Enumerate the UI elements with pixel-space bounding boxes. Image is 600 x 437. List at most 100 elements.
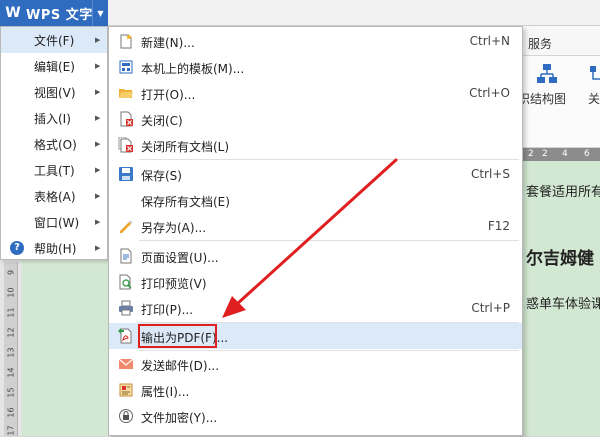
menu-item-format[interactable]: 格式(O) ▶ — [1, 131, 107, 157]
menu-item-label: 表格(A) — [34, 189, 76, 204]
file-menu-item-properties[interactable]: 属性(I)... — [109, 377, 522, 403]
document-text-line: 惑单车体验课 — [526, 297, 600, 312]
ribbon-more-icon[interactable] — [588, 63, 600, 85]
submenu-arrow-icon: ▶ — [95, 244, 101, 252]
ruler-number: 9 — [6, 269, 16, 276]
shortcut-label: Ctrl+O — [469, 86, 510, 100]
app-name: WPS 文字 — [26, 7, 93, 23]
submenu-arrow-icon: ▶ — [95, 140, 101, 148]
ruler-number: 10 — [6, 287, 16, 298]
ruler-number: 14 — [6, 367, 16, 378]
page-setup-icon — [120, 248, 132, 264]
file-menu: 新建(N)... Ctrl+N 本机上的模板(M)... 打开(O)... Ct… — [108, 26, 523, 436]
properties-icon — [119, 383, 133, 397]
new-document-icon — [120, 34, 132, 49]
print-icon — [119, 300, 133, 316]
ruler-number: 2 — [542, 149, 548, 159]
submenu-arrow-icon: ▶ — [95, 166, 101, 174]
ruler-number: 2 — [528, 149, 534, 159]
annotation-highlight-box — [138, 324, 217, 348]
file-menu-item-save[interactable]: 保存(S) Ctrl+S — [109, 161, 522, 187]
ruler-number: 17 — [6, 425, 16, 436]
save-icon — [119, 167, 133, 181]
file-menu-item-label: 属性(I)... — [141, 385, 190, 399]
org-chart-icon[interactable] — [536, 63, 558, 85]
file-menu-item-new[interactable]: 新建(N)... Ctrl+N — [109, 28, 522, 54]
close-all-documents-icon — [118, 137, 133, 153]
document-text-line: 套餐适用所有 — [526, 185, 600, 200]
file-menu-item-label: 打印(P)... — [141, 303, 194, 317]
menu-item-label: 编辑(E) — [34, 59, 75, 74]
menu-item-window[interactable]: 窗口(W) ▶ — [1, 209, 107, 235]
file-menu-item-label: 保存所有文档(E) — [141, 195, 230, 209]
file-menu-item-local-templates[interactable]: 本机上的模板(M)... — [109, 54, 522, 80]
menu-item-label: 视图(V) — [34, 85, 76, 100]
print-preview-icon — [119, 274, 132, 290]
menu-item-help[interactable]: ? 帮助(H) ▶ — [1, 235, 107, 261]
file-menu-item-label: 文件加密(Y)... — [141, 411, 218, 425]
menu-item-file[interactable]: 文件(F) ▶ — [1, 27, 107, 53]
tab-services[interactable]: 服务 — [528, 35, 552, 52]
menu-item-edit[interactable]: 编辑(E) ▶ — [1, 53, 107, 79]
chevron-down-icon[interactable]: ▼ — [92, 0, 108, 26]
ruler-number: 13 — [6, 347, 16, 358]
close-document-icon — [120, 111, 133, 127]
shortcut-label: Ctrl+S — [470, 167, 510, 181]
menu-item-label: 插入(I) — [34, 111, 71, 126]
wps-logo-icon: W — [5, 5, 21, 21]
menu-divider — [139, 159, 519, 160]
file-menu-item-encrypt[interactable]: 文件加密(Y)... — [109, 403, 522, 429]
file-menu-item-label: 新建(N)... — [141, 36, 195, 50]
file-menu-item-close[interactable]: 关闭(C) — [109, 106, 522, 132]
submenu-arrow-icon: ▶ — [95, 218, 101, 226]
menu-item-label: 工具(T) — [34, 163, 75, 178]
menu-item-table[interactable]: 表格(A) ▶ — [1, 183, 107, 209]
save-as-icon — [120, 220, 133, 233]
horizontal-ruler: 2 2 4 6 — [523, 148, 600, 161]
document-heading: 尔吉姆健 — [526, 249, 594, 269]
ruler-number: 11 — [6, 307, 16, 318]
file-menu-item-open[interactable]: 打开(O)... Ctrl+O — [109, 80, 522, 106]
file-menu-item-label: 页面设置(U)... — [141, 251, 219, 265]
menu-item-view[interactable]: 视图(V) ▶ — [1, 79, 107, 105]
menu-divider — [139, 240, 519, 241]
ruler-number: 6 — [584, 149, 590, 159]
menu-item-label: 格式(O) — [34, 137, 77, 152]
shortcut-label: Ctrl+N — [469, 34, 510, 48]
menu-item-label: 窗口(W) — [34, 215, 80, 230]
menu-item-tools[interactable]: 工具(T) ▶ — [1, 157, 107, 183]
ruler-number: 4 — [562, 149, 568, 159]
file-menu-item-print[interactable]: 打印(P)... Ctrl+P — [109, 295, 522, 321]
file-menu-item-close-all[interactable]: 关闭所有文档(L) — [109, 132, 522, 158]
file-menu-item-label: 保存(S) — [141, 169, 182, 183]
encrypt-icon — [119, 409, 133, 423]
menu-item-label: 帮助(H) — [34, 241, 77, 256]
menu-item-insert[interactable]: 插入(I) ▶ — [1, 105, 107, 131]
ribbon-more-label[interactable]: 关 — [588, 90, 600, 107]
main-menu: 文件(F) ▶ 编辑(E) ▶ 视图(V) ▶ 插入(I) ▶ 格式(O) ▶ … — [0, 26, 108, 260]
file-menu-item-label: 关闭所有文档(L) — [141, 140, 230, 154]
file-menu-item-export-pdf[interactable]: 输出为PDF(F)... — [109, 323, 522, 349]
help-icon: ? — [10, 241, 24, 255]
org-chart-button-label[interactable]: 织结构图 — [518, 90, 566, 107]
file-menu-item-save-as[interactable]: 另存为(A)... F12 — [109, 213, 522, 239]
shortcut-label: Ctrl+P — [471, 301, 510, 315]
file-menu-item-save-all[interactable]: 保存所有文档(E) — [109, 187, 522, 213]
folder-open-icon — [119, 89, 133, 98]
ruler-number: 12 — [6, 327, 16, 338]
file-menu-item-label: 关闭(C) — [141, 114, 183, 128]
ruler-number: 15 — [6, 387, 16, 398]
file-menu-item-label: 打开(O)... — [141, 88, 196, 102]
file-menu-item-print-preview[interactable]: 打印预览(V) — [109, 269, 522, 295]
template-icon — [119, 60, 133, 74]
file-menu-item-send-mail[interactable]: 发送邮件(D)... — [109, 351, 522, 377]
pdf-export-icon — [118, 328, 132, 344]
submenu-arrow-icon: ▶ — [95, 62, 101, 70]
file-menu-item-page-setup[interactable]: 页面设置(U)... — [109, 243, 522, 269]
submenu-arrow-icon: ▶ — [95, 36, 101, 44]
submenu-arrow-icon: ▶ — [95, 192, 101, 200]
wps-app-menu-button[interactable]: W WPS 文字 ▼ — [0, 0, 108, 26]
submenu-arrow-icon: ▶ — [95, 114, 101, 122]
submenu-arrow-icon: ▶ — [95, 88, 101, 96]
file-menu-item-label: 发送邮件(D)... — [141, 359, 220, 373]
